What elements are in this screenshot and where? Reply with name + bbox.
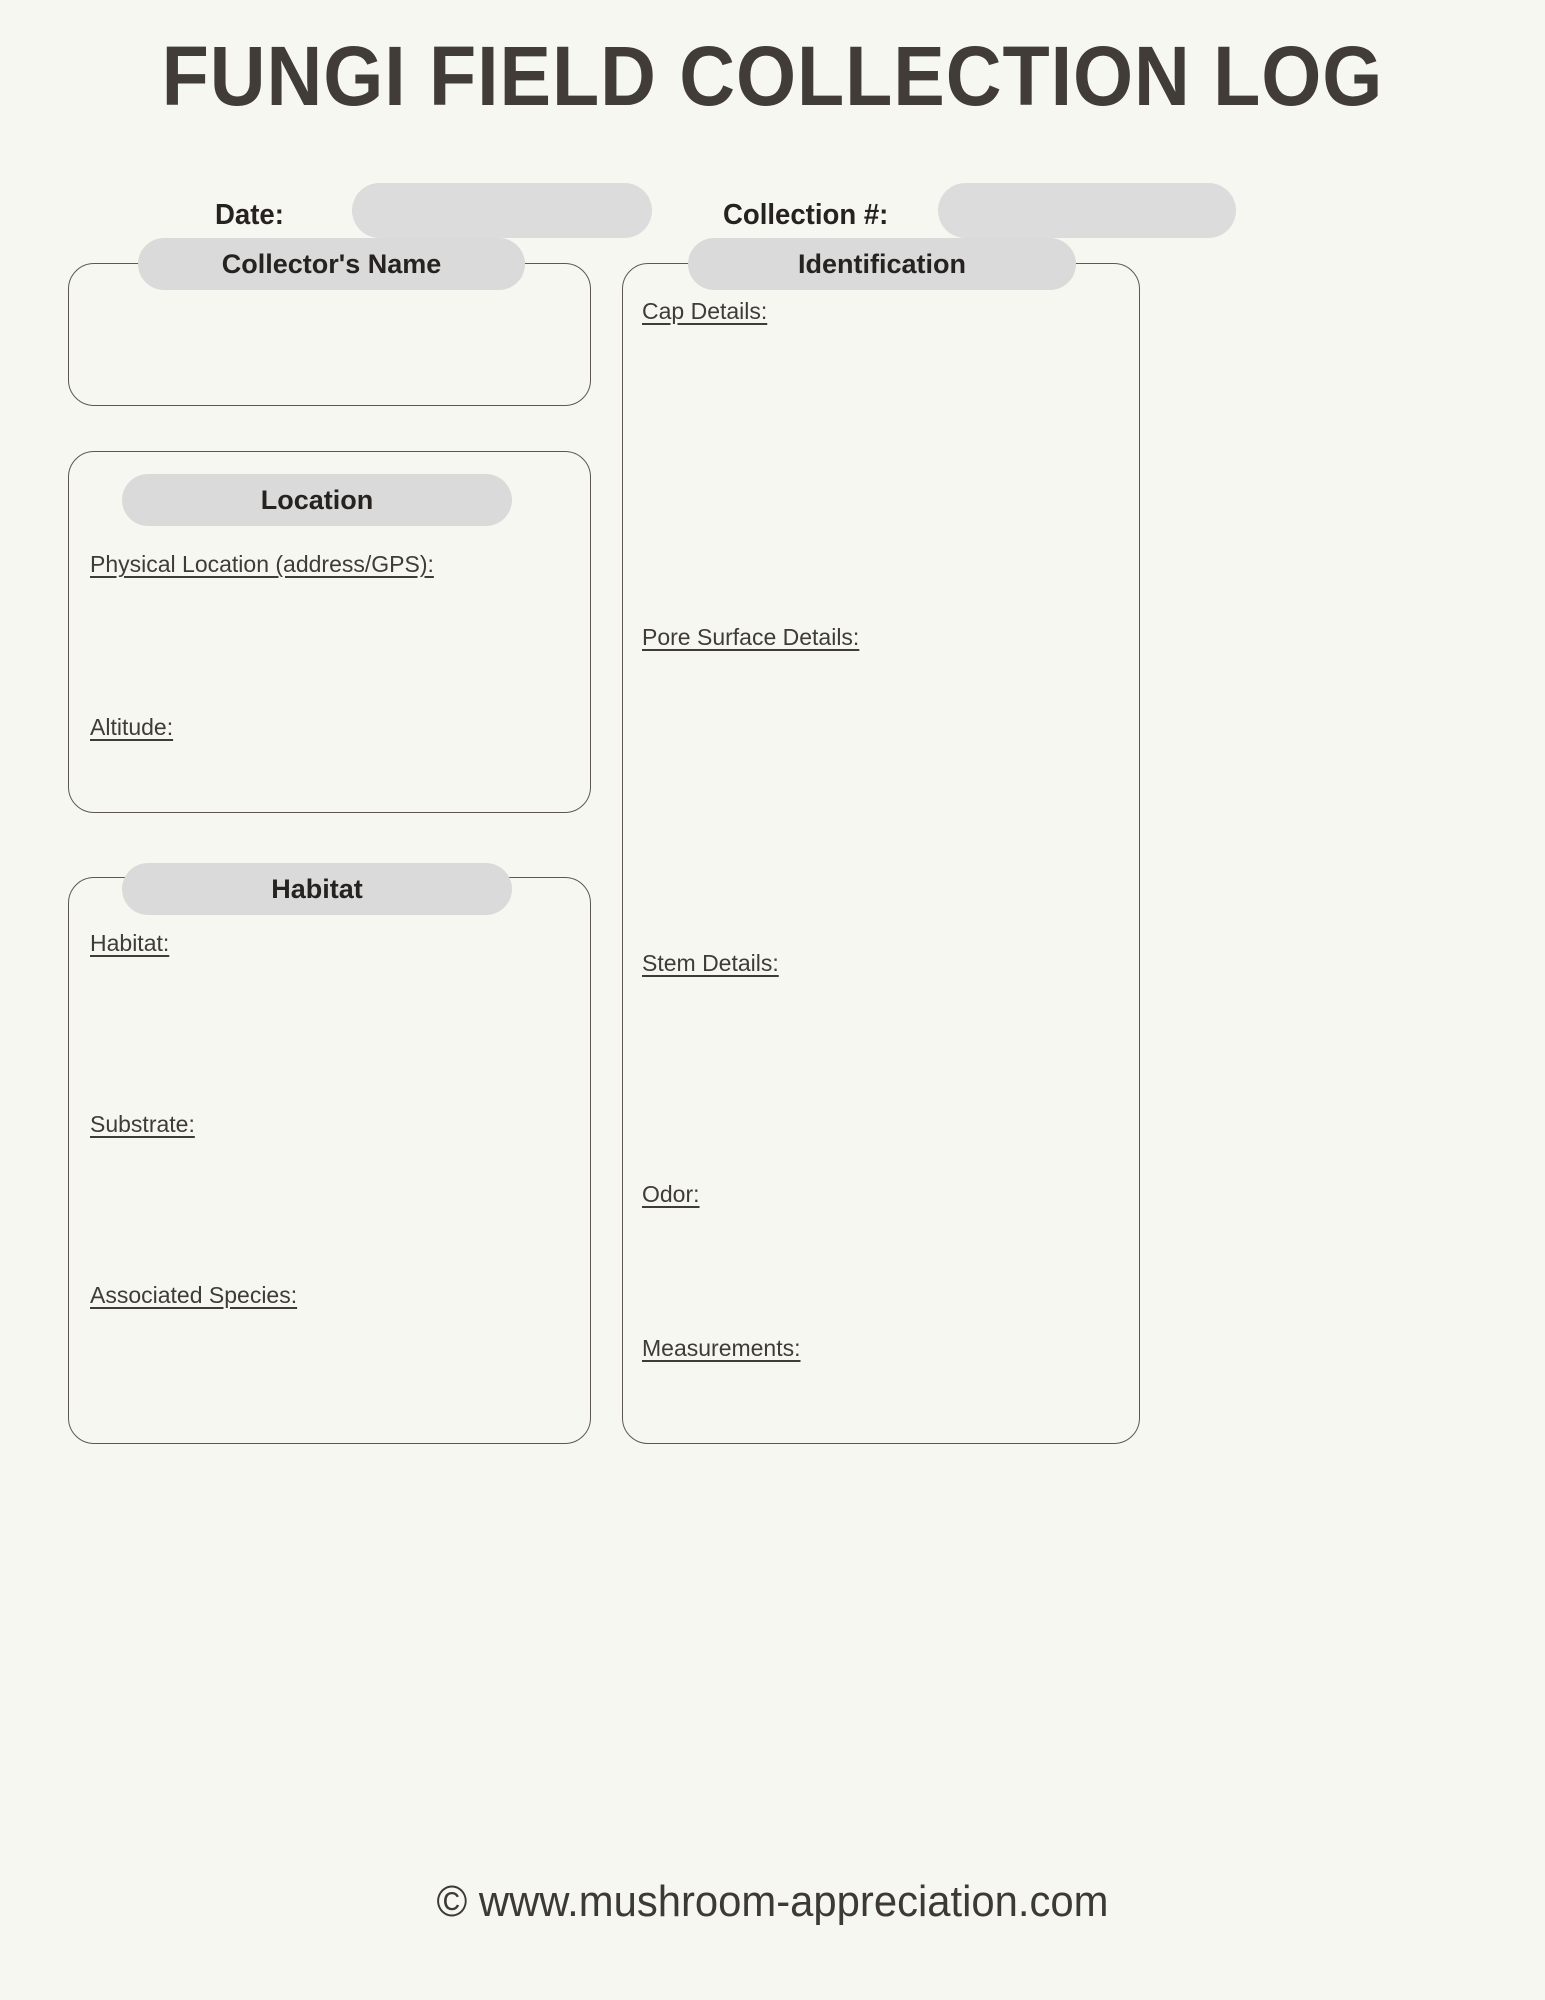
identification-card[interactable] xyxy=(622,263,1140,1444)
habitat-label: Habitat: xyxy=(90,930,170,956)
date-label: Date: xyxy=(215,199,284,231)
associated-species-label: Associated Species: xyxy=(90,1282,298,1308)
collector-name-header: Collector's Name xyxy=(138,238,525,290)
measurements-label: Measurements: xyxy=(642,1335,801,1361)
footer-website: © www.mushroom-appreciation.com xyxy=(436,1877,1109,1926)
date-input[interactable] xyxy=(352,183,652,238)
pore-surface-details-label: Pore Surface Details: xyxy=(642,624,860,650)
odor-label: Odor: xyxy=(642,1181,700,1207)
identification-header: Identification xyxy=(688,238,1076,290)
collection-number-label: Collection #: xyxy=(723,199,889,231)
stem-details-label: Stem Details: xyxy=(642,950,779,976)
physical-location-label: Physical Location (address/GPS): xyxy=(90,551,434,577)
location-header: Location xyxy=(122,474,512,526)
page-title: FUNGI FIELD COLLECTION LOG xyxy=(161,29,1384,123)
cap-details-label: Cap Details: xyxy=(642,298,768,324)
collection-number-input[interactable] xyxy=(938,183,1236,238)
habitat-header: Habitat xyxy=(122,863,512,915)
substrate-label: Substrate: xyxy=(90,1111,195,1137)
habitat-card[interactable] xyxy=(68,877,591,1444)
altitude-label: Altitude: xyxy=(90,714,174,740)
